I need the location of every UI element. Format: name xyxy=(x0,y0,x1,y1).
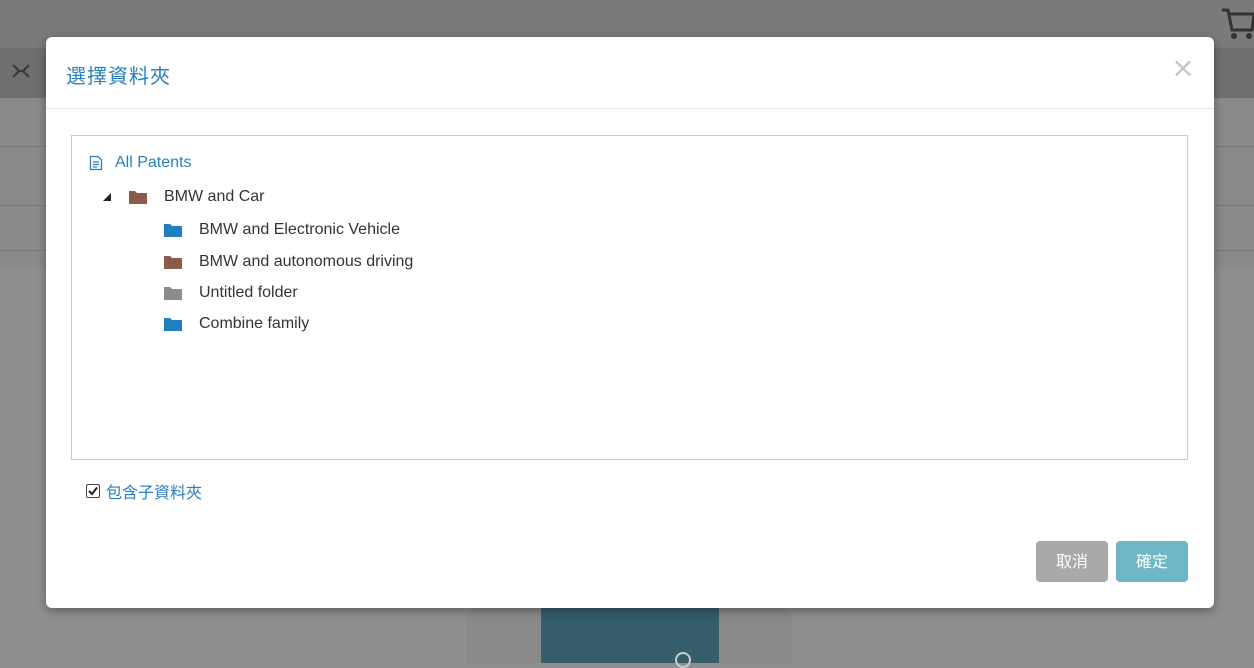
dialog-title: 選擇資料夾 xyxy=(66,64,171,88)
confirm-button[interactable]: 確定 xyxy=(1116,541,1188,582)
tree-node-label: BMW and autonomous driving xyxy=(199,253,414,270)
shuffle-icon xyxy=(10,60,32,82)
folder-icon xyxy=(164,223,182,237)
close-button[interactable]: × xyxy=(1170,53,1196,83)
include-subfolders-checkbox[interactable] xyxy=(86,484,100,498)
tree-node-untitled-folder[interactable]: Untitled folder xyxy=(164,282,298,304)
include-subfolders-option[interactable]: 包含子資料夾 xyxy=(86,480,202,502)
tree-node-bmw-and-autonomous-driving[interactable]: BMW and autonomous driving xyxy=(164,251,413,273)
tree-root-all-patents[interactable]: All Patents xyxy=(89,152,191,174)
folder-icon xyxy=(164,286,182,300)
include-subfolders-label: 包含子資料夾 xyxy=(106,483,203,502)
dialog-header: 選擇資料夾 × xyxy=(46,37,1214,109)
tree-node-label: BMW and Electronic Vehicle xyxy=(199,221,400,238)
cancel-button[interactable]: 取消 xyxy=(1036,541,1108,582)
document-icon xyxy=(89,155,103,171)
background-widget-fill xyxy=(541,600,719,663)
folder-icon xyxy=(164,255,182,269)
tree-node-bmw-and-car[interactable]: BMW and Car xyxy=(102,186,264,208)
background-widget-handle xyxy=(675,652,691,668)
folder-icon xyxy=(164,317,182,331)
tree-root-label: All Patents xyxy=(115,154,192,171)
tree-node-label: Untitled folder xyxy=(199,284,298,301)
select-folder-dialog: 選擇資料夾 × All Patents BMW and Car BMW and … xyxy=(46,37,1214,608)
tree-node-combine-family[interactable]: Combine family xyxy=(164,313,309,335)
tree-node-label: Combine family xyxy=(199,315,310,332)
folder-tree: All Patents BMW and Car BMW and Electron… xyxy=(71,135,1188,460)
tree-node-label: BMW and Car xyxy=(164,188,265,205)
folder-icon xyxy=(129,190,147,204)
cart-icon xyxy=(1222,2,1254,42)
tree-node-bmw-and-electronic-vehicle[interactable]: BMW and Electronic Vehicle xyxy=(164,219,400,241)
expand-triangle-icon[interactable] xyxy=(102,192,112,202)
